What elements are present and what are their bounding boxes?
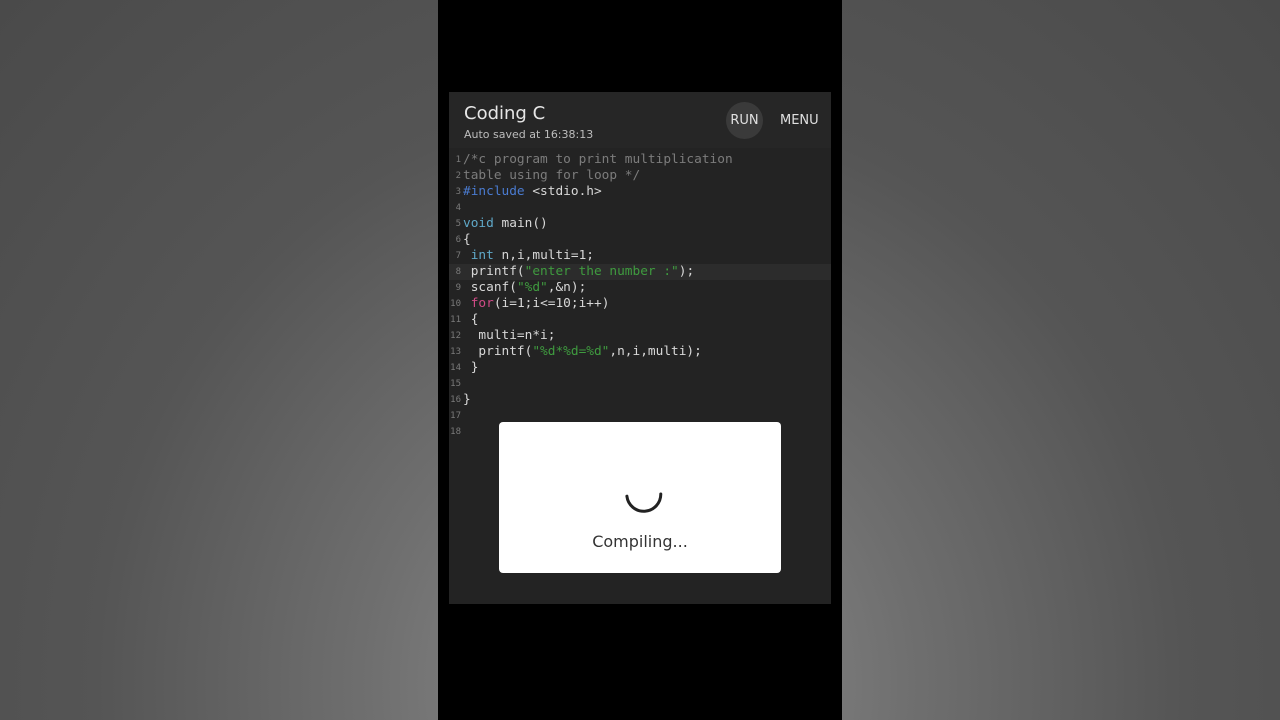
compiling-dialog: Compiling... <box>499 422 781 573</box>
code-line: 4 <box>449 200 831 216</box>
line-number: 14 <box>450 363 461 373</box>
line-number: 5 <box>455 219 461 229</box>
code-text: for(i=1;i<=10;i++) <box>470 296 610 311</box>
menu-button[interactable]: MENU <box>780 102 819 139</box>
line-number: 8 <box>455 267 461 277</box>
line-number: 1 <box>455 155 461 165</box>
compiling-status: Compiling... <box>592 532 688 551</box>
line-number: 17 <box>450 411 461 421</box>
line-number: 12 <box>450 331 461 341</box>
code-line: 9 scanf("%d",&n); <box>449 280 831 296</box>
code-line: 7 int n,i,multi=1; <box>449 248 831 264</box>
line-number: 4 <box>455 203 461 213</box>
code-line: 5 void main() <box>449 216 831 232</box>
code-line: 11 { <box>449 312 831 328</box>
line-number: 16 <box>450 395 461 405</box>
line-number: 15 <box>450 379 461 389</box>
code-line: 2 table using for loop */ <box>449 168 831 184</box>
line-number: 11 <box>450 315 461 325</box>
loading-spinner-icon <box>625 492 663 513</box>
code-text: } <box>463 392 471 407</box>
code-line: 10 for(i=1;i<=10;i++) <box>449 296 831 312</box>
app-bar: Coding C Auto saved at 16:38:13 RUN MENU <box>449 92 831 148</box>
code-text: /*c program to print multiplication <box>463 152 733 167</box>
code-text: #include <stdio.h> <box>463 184 602 199</box>
code-line: 16 } <box>449 392 831 408</box>
code-line-active: 8 printf("enter the number :"); <box>449 264 831 280</box>
line-number: 18 <box>450 427 461 437</box>
code-text: multi=n*i; <box>463 328 556 343</box>
code-text: scanf("%d",&n); <box>463 280 587 295</box>
code-text: printf("%d*%d=%d",n,i,multi); <box>463 344 702 359</box>
code-line: 15 <box>449 376 831 392</box>
code-line: 3 #include <stdio.h> <box>449 184 831 200</box>
code-text: printf("enter the number :"); <box>463 264 695 279</box>
code-text: { <box>463 312 479 327</box>
app-title: Coding C <box>464 103 546 124</box>
code-line: 14 } <box>449 360 831 376</box>
code-line: 12 multi=n*i; <box>449 328 831 344</box>
line-number: 9 <box>455 283 461 293</box>
code-line: 1 /*c program to print multiplication <box>449 152 831 168</box>
line-number: 2 <box>455 171 461 181</box>
line-number: 7 <box>455 251 461 261</box>
line-number: 3 <box>455 187 461 197</box>
line-number: 13 <box>450 347 461 357</box>
line-number: 6 <box>455 235 461 245</box>
code-text: int n,i,multi=1; <box>470 248 595 263</box>
code-text: } <box>463 360 479 375</box>
code-text: { <box>463 232 471 247</box>
run-button[interactable]: RUN <box>726 102 763 139</box>
autosave-status: Auto saved at 16:38:13 <box>464 128 594 141</box>
code-line: 13 printf("%d*%d=%d",n,i,multi); <box>449 344 831 360</box>
code-text: void main() <box>463 216 548 231</box>
code-text: table using for loop */ <box>463 168 641 183</box>
code-line: 6 { <box>449 232 831 248</box>
line-number: 10 <box>450 299 461 309</box>
